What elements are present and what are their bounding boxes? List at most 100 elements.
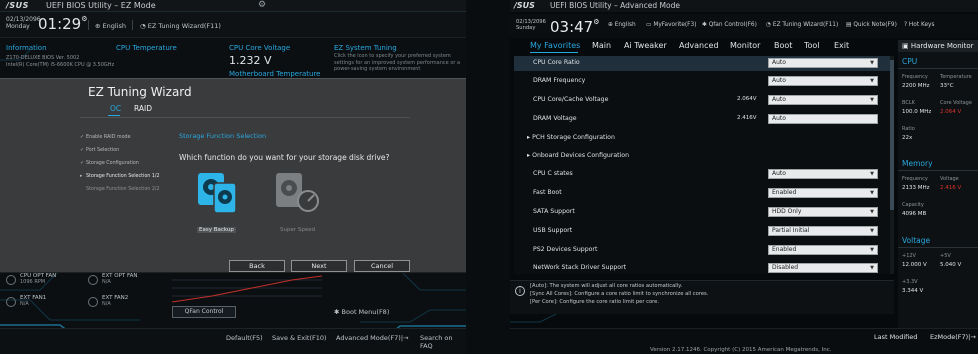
setting-select[interactable]: Auto ▼ [768,169,878,179]
tab-indicator [108,115,120,116]
tab-advanced[interactable]: Advanced [679,41,719,50]
cpu-frequency-value: 2200 MHz [902,83,930,89]
section-title: Storage Function Selection [179,132,267,140]
globe-icon: ⊕ [95,22,101,30]
fan-icon: ✱ [702,22,707,28]
last-modified-button[interactable]: Last Modified [874,333,917,341]
tab-exit[interactable]: Exit [834,41,849,50]
my-favorite-button[interactable]: ▭ MyFavorite(F3) [646,22,696,28]
qfan-control-button[interactable]: QFan Control [172,306,236,318]
chevron-down-icon: ▼ [870,190,874,196]
setting-select[interactable]: Auto ▼ [768,58,878,68]
submenu-pch-storage[interactable]: ▸ PCH Storage Configuration [514,131,890,146]
tab-ai-tweaker[interactable]: Ai Tweaker [624,41,667,50]
setting-row-cpu-core-ratio[interactable]: CPU Core Ratio Auto ▼ [514,56,890,71]
fan-icon [6,297,16,307]
fan-ext-opt: EXT OPT FAN N/A [102,273,138,285]
cpu-core-voltage-heading: CPU Core Voltage [229,44,291,52]
adv-date: 02/13/2096 Sunday [516,19,546,31]
setting-select[interactable]: Auto ▼ [768,76,878,86]
tab-main[interactable]: Main [592,41,611,50]
fan-icon [6,275,16,285]
easy-backup-label[interactable]: Easy Backup [197,227,236,233]
qfan-control-button[interactable]: ✱ Qfan Control(F6) [702,22,757,28]
cancel-button[interactable]: Cancel [354,260,410,272]
tab-raid[interactable]: RAID [134,104,152,113]
next-button[interactable]: Next [291,260,347,272]
hw-label: Temperature [940,74,972,80]
hw-label: Voltage [940,176,959,182]
setting-select[interactable]: Partial Initial ▼ [768,226,878,236]
ez-tuning-wizard-link[interactable]: ◔ EZ Tuning Wizard(F11) [140,22,221,30]
tab-oc[interactable]: OC [110,104,121,113]
hw-label: BCLK [902,100,915,106]
active-tab-indicator [530,52,578,53]
super-speed-label[interactable]: Super Speed [280,227,315,233]
help-text-line: [Auto]: The system will adjust all core … [530,283,683,289]
setting-select[interactable]: Enabled ▼ [768,188,878,198]
fan-icon [88,297,98,307]
setting-select[interactable]: HDD Only ▼ [768,207,878,217]
ez-mode-button[interactable]: EzMode(F7)|→ [930,333,976,341]
setting-row-sata-support[interactable]: SATA Support HDD Only ▼ [514,205,890,220]
language-selector[interactable]: ⊕ English [608,22,636,28]
memory-frequency-value: 2133 MHz [902,185,930,191]
default-button[interactable]: Default(F5) [226,334,263,342]
voltage-5v-value: 5.040 V [940,262,962,268]
divider [80,117,410,118]
globe-icon: ⊕ [608,22,613,28]
setting-select[interactable]: Disabled ▼ [768,263,878,273]
tab-monitor[interactable]: Monitor [730,41,760,50]
super-speed-option[interactable] [272,171,322,221]
boot-menu-button[interactable]: ✱ Boot Menu(F8) [334,308,389,316]
setting-label: CPU Core Ratio [533,59,580,66]
ez-tuning-wizard-button[interactable]: ◔ EZ Tuning Wizard(F11) [766,22,838,28]
wizard-steps: ✓ Enable RAID mode ✓ Port Selection ✓ Stora… [80,131,160,196]
setting-row-ps2-devices[interactable]: PS2 Devices Support Enabled ▼ [514,243,890,258]
copyright-text: Version 2.17.1246. Copyright (C) 2015 Am… [650,347,832,353]
setting-select[interactable]: Enabled ▼ [768,245,878,255]
easy-backup-option[interactable] [194,171,244,221]
submenu-onboard-devices[interactable]: ▸ Onboard Devices Configuration [514,149,890,164]
asus-logo: /SUS [6,1,29,10]
setting-label: DRAM Voltage [533,115,577,122]
system-info: Z170-DELUXE BIOS Ver. 5002 Intel(R) Core… [6,55,115,68]
chevron-down-icon: ▼ [870,97,874,103]
favorite-icon: ▭ [646,22,652,28]
setting-row-usb-support[interactable]: USB Support Partial Initial ▼ [514,224,890,239]
setting-row-cpu-c-states[interactable]: CPU C states Auto ▼ [514,167,890,182]
hw-memory-heading: Memory [902,159,933,168]
scrollbar-thumb[interactable] [890,60,894,210]
save-exit-button[interactable]: Save & Exit(F10) [272,334,327,342]
ez-tuning-wizard-dialog: EZ Tuning Wizard OC RAID ✓ Enable RAID mo… [0,78,466,273]
setting-row-dram-voltage[interactable]: DRAM Voltage 2.416V Auto [514,112,890,127]
chevron-down-icon: ▼ [870,171,874,177]
setting-row-dram-frequency[interactable]: DRAM Frequency Auto ▼ [514,74,890,89]
setting-row-fast-boot[interactable]: Fast Boot Enabled ▼ [514,186,890,201]
back-button[interactable]: Back [229,260,285,272]
advanced-mode-button[interactable]: Advanced Mode(F7)|→ [336,334,408,342]
setting-input[interactable]: Auto [768,114,878,124]
setting-row-cpu-core-cache-voltage[interactable]: CPU Core/Cache Voltage 2.064V Auto ▼ [514,93,890,108]
setting-label: ▸ PCH Storage Configuration [527,134,615,141]
voltage-3v3-value: 3.344 V [902,288,924,294]
setting-row-network-stack[interactable]: NetWork Stack Driver Support Disabled ▼ [514,261,890,274]
setting-label: Fast Boot [533,189,562,196]
tab-tool[interactable]: Tool [804,41,820,50]
tab-my-favorites[interactable]: My Favorites [530,41,580,50]
setting-label: CPU Core/Cache Voltage [533,96,609,103]
settings-gear-icon[interactable]: ⚙ [258,0,266,10]
fan-ext1: EXT FAN1 N/A [20,295,47,307]
setting-select[interactable]: Auto ▼ [768,95,878,105]
fan-ext2: EXT FAN2 N/A [102,295,129,307]
ez-system-tuning-heading: EZ System Tuning [334,44,397,52]
language-selector[interactable]: ⊕ English [95,22,126,30]
tab-boot[interactable]: Boot [774,41,792,50]
asus-logo: /SUS [514,1,535,10]
search-faq-button[interactable]: Search on FAQ [420,334,466,350]
voltage-readout: 2.064V [737,96,757,102]
divider [132,20,133,30]
quick-note-button[interactable]: ▤ Quick Note(F9) [846,22,897,28]
hot-keys-button[interactable]: ? Hot Keys [904,22,934,28]
asterisk-icon: ✱ [334,308,340,316]
